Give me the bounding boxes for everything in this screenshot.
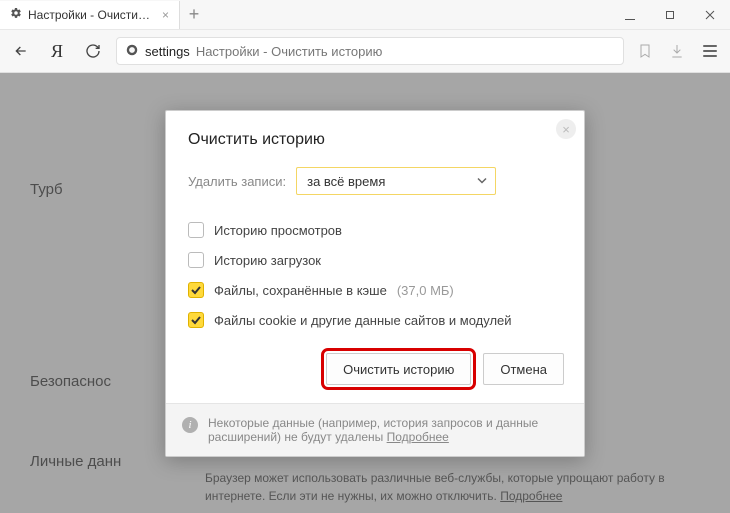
- clear-history-button[interactable]: Очистить историю: [326, 353, 471, 385]
- checkbox-cached-files[interactable]: [188, 282, 204, 298]
- dialog-title: Очистить историю: [166, 111, 584, 159]
- checkbox-download-history[interactable]: [188, 252, 204, 268]
- cancel-button[interactable]: Отмена: [483, 353, 564, 385]
- page-footer-note: Браузер может использовать различные веб…: [205, 469, 710, 505]
- clear-history-dialog: × Очистить историю Удалить записи: за вс…: [165, 110, 585, 457]
- checkbox-browsing-history[interactable]: [188, 222, 204, 238]
- address-path: Настройки - Очистить историю: [196, 44, 383, 59]
- chevron-down-icon: [477, 174, 487, 189]
- page-footer-link[interactable]: Подробнее: [500, 489, 562, 503]
- checkbox-browsing-history-label: Историю просмотров: [214, 223, 342, 238]
- dialog-footer-link[interactable]: Подробнее: [387, 430, 449, 444]
- window-minimize-button[interactable]: [610, 0, 650, 30]
- close-icon[interactable]: ×: [162, 8, 169, 22]
- site-icon: [125, 43, 139, 60]
- downloads-button[interactable]: [666, 40, 688, 62]
- address-host: settings: [145, 44, 190, 59]
- yandex-home-button[interactable]: Я: [44, 38, 70, 64]
- section-personal-label: Личные данн: [30, 453, 121, 470]
- checkbox-download-history-label: Историю загрузок: [214, 253, 321, 268]
- window-close-button[interactable]: [690, 0, 730, 30]
- address-bar[interactable]: settings Настройки - Очистить историю: [116, 37, 624, 65]
- new-tab-button[interactable]: +: [180, 1, 208, 29]
- time-range-value: за всё время: [307, 174, 385, 189]
- back-button[interactable]: [8, 38, 34, 64]
- time-range-select[interactable]: за всё время: [296, 167, 496, 195]
- tab-title: Настройки - Очистить и: [28, 8, 152, 22]
- yandex-icon: Я: [51, 41, 63, 62]
- menu-button[interactable]: [698, 45, 722, 57]
- browser-tab[interactable]: Настройки - Очистить и ×: [0, 1, 180, 29]
- time-range-label: Удалить записи:: [188, 174, 286, 189]
- window-restore-button[interactable]: [650, 0, 690, 30]
- dialog-footer-text: Некоторые данные (например, история запр…: [208, 416, 568, 444]
- dialog-close-button[interactable]: ×: [556, 119, 576, 139]
- info-icon: i: [182, 417, 198, 433]
- section-security-label: Безопаснос: [30, 373, 111, 390]
- checkbox-cookies-label: Файлы cookie и другие данные сайтов и мо…: [214, 313, 512, 328]
- gear-icon: [10, 7, 22, 22]
- section-turbo-label: Турб: [30, 181, 63, 198]
- checkbox-cached-files-label: Файлы, сохранённые в кэше: [214, 283, 387, 298]
- cache-size: (37,0 МБ): [397, 283, 454, 298]
- reload-button[interactable]: [80, 38, 106, 64]
- checkbox-cookies[interactable]: [188, 312, 204, 328]
- bookmark-button[interactable]: [634, 40, 656, 62]
